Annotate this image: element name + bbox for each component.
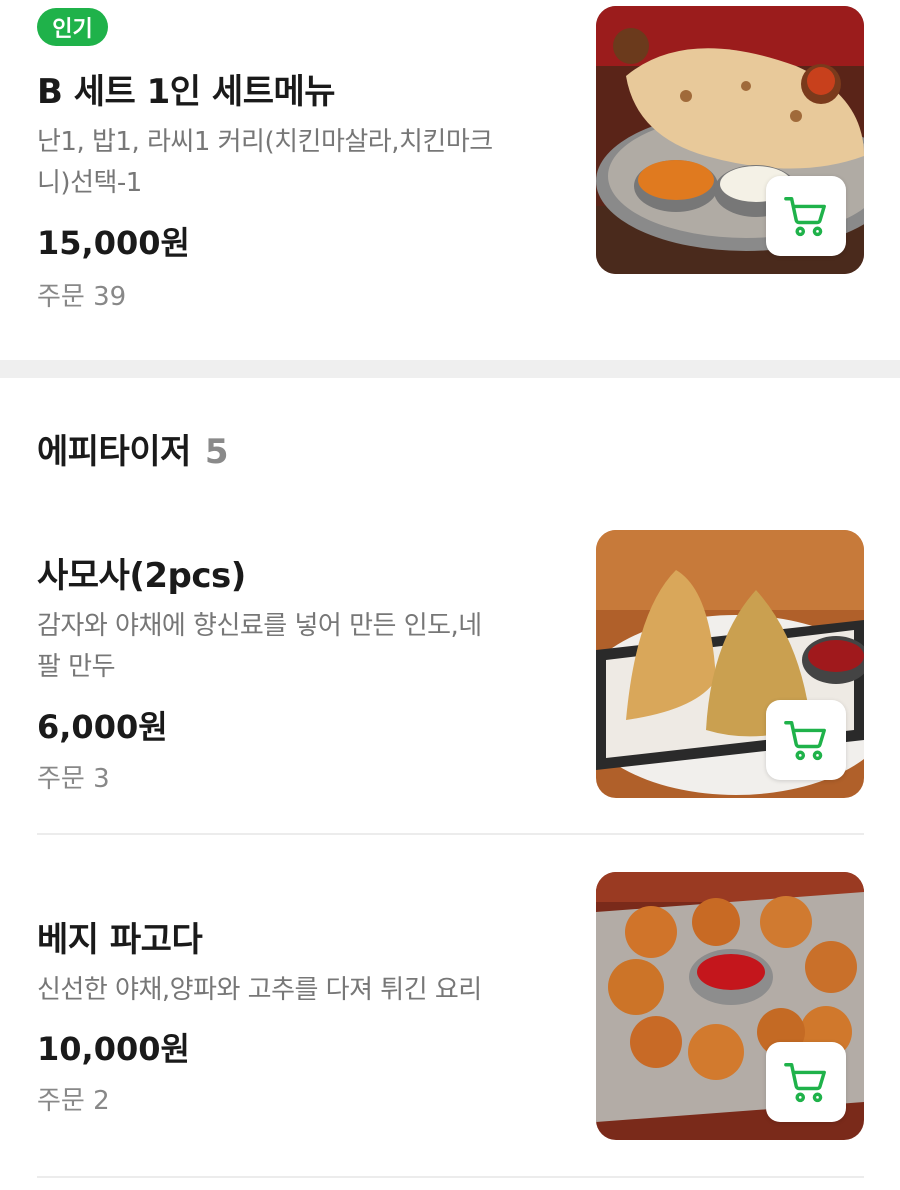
menu-item-price: 15,000원 (37, 224, 190, 262)
popular-badge: 인기 (37, 8, 108, 46)
item-divider (37, 833, 864, 835)
menu-item-photo[interactable] (596, 872, 864, 1140)
add-to-cart-button[interactable] (766, 1042, 846, 1122)
add-to-cart-button[interactable] (766, 700, 846, 780)
section-header: 에피타이저 5 (37, 424, 229, 473)
menu-item-description: 난1, 밥1, 라씨1 커리(치킨마살라,치킨마크 니)선택-1 (37, 127, 493, 198)
menu-item-order-count: 주문 2 (37, 1086, 110, 1116)
section-separator (0, 360, 900, 378)
cart-icon (784, 1063, 826, 1103)
section-count: 5 (204, 432, 229, 472)
menu-item-title: B 세트 1인 세트메뉴 (37, 72, 336, 112)
cart-icon (784, 197, 826, 237)
menu-item-photo[interactable] (596, 530, 864, 798)
cart-icon (784, 721, 826, 761)
menu-item-order-count: 주문 3 (37, 764, 110, 794)
item-divider (37, 1176, 864, 1178)
menu-item-title: 베지 파고다 (37, 920, 203, 960)
menu-item-photo[interactable] (596, 6, 864, 274)
menu-item-order-count: 주문 39 (37, 282, 127, 312)
menu-item-title: 사모사(2pcs) (37, 556, 246, 596)
add-to-cart-button[interactable] (766, 176, 846, 256)
menu-item-price: 6,000원 (37, 708, 168, 746)
section-title: 에피타이저 (37, 432, 191, 472)
menu-item-description: 감자와 야채에 향신료를 넣어 만든 인도,네 팔 만두 (37, 611, 482, 682)
menu-item-price: 10,000원 (37, 1030, 190, 1068)
menu-item-description: 신선한 야채,양파와 고추를 다져 튀긴 요리 (37, 975, 482, 1005)
